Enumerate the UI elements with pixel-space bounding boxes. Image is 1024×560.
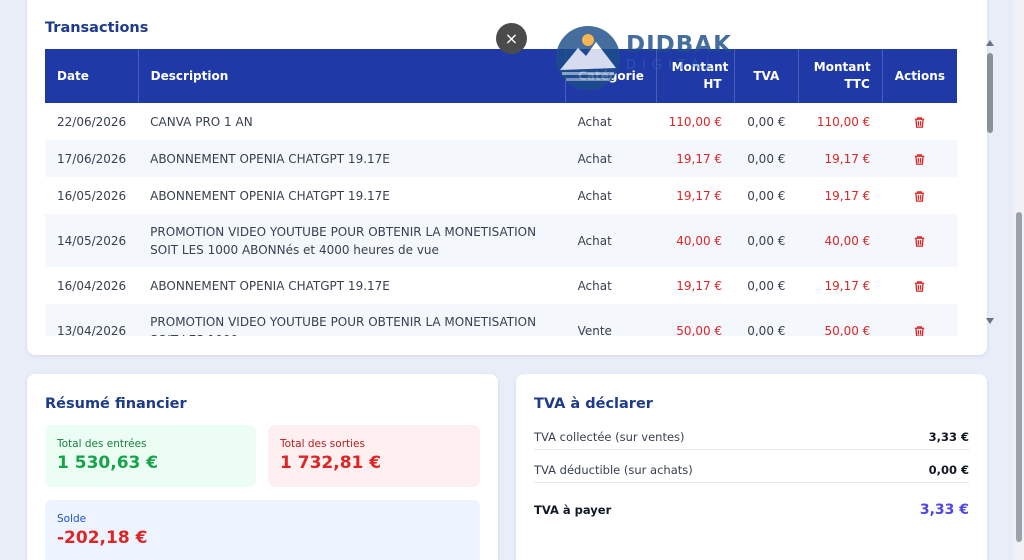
row-date: 16/05/2026 [57,188,127,203]
row-category: Achat [577,278,612,293]
balance-value: -202,18 € [57,528,148,548]
vat-collected-value: 3,33 € [928,429,969,444]
total-expenses-label: Total des sorties [280,438,365,450]
row-amount-ttc: 50,00 € [824,323,871,337]
vat-payable-row: TVA à payer 3,33 € [534,497,969,523]
row-category: Vente [577,323,612,337]
transactions-table: Date Description Catégorie Montant HT TV… [45,49,957,336]
row-amount-ttc: 19,17 € [824,151,871,166]
table-row[interactable]: 16/04/2026 ABONNEMENT OPENIA CHATGPT 19.1… [45,267,957,304]
close-icon[interactable]: × [496,23,527,54]
vat-payable-label: TVA à payer [534,503,612,517]
row-amount-ht: 40,00 € [676,233,723,248]
row-date: 14/05/2026 [57,233,127,248]
row-category: Achat [577,188,612,203]
table-row[interactable]: 16/05/2026 ABONNEMENT OPENIA CHATGPT 19.1… [45,177,957,214]
row-actions [882,214,957,267]
total-income-value: 1 530,63 € [57,453,159,473]
logo-subtext: DIGITAL [626,58,719,73]
row-amount-ttc: 40,00 € [824,233,871,248]
balance-label: Solde [57,513,87,525]
row-date: 13/04/2026 [57,323,127,337]
row-description: PROMOTION VIDEO YOUTUBE POUR OBTENIR LA … [150,224,537,257]
row-description: ABONNEMENT OPENIA CHATGPT 19.17E [150,278,390,293]
row-category: Achat [577,114,612,129]
transactions-title: Transactions [45,20,149,36]
row-actions [882,177,957,214]
vat-card: TVA à déclarer TVA collectée (sur ventes… [516,374,987,560]
total-expenses-value: 1 732,81 € [280,453,382,473]
vat-payable-value: 3,33 € [919,502,969,518]
total-income-label: Total des entrées [57,438,147,450]
row-actions [882,304,957,336]
row-description: ABONNEMENT OPENIA CHATGPT 19.17E [150,151,390,166]
trash-icon[interactable] [913,152,926,166]
vat-deductible-row: TVA déductible (sur achats) 0,00 € [534,457,969,483]
vat-collected-row: TVA collectée (sur ventes) 3,33 € [534,424,969,450]
vat-collected-label: TVA collectée (sur ventes) [534,429,685,444]
row-category: Achat [577,233,612,248]
vat-deductible-label: TVA déductible (sur achats) [534,462,693,477]
row-tva: 0,00 € [747,114,786,129]
table-row[interactable]: 22/06/2026 CANVA PRO 1 AN Achat 110,00 € 0,0… [45,103,957,140]
mountain-logo-icon: DIDBAK DIGITAL [554,24,744,94]
row-date: 16/04/2026 [57,278,127,293]
trash-icon[interactable] [913,234,926,248]
total-income-box: Total des entrées 1 530,63 € [45,425,256,487]
row-tva: 0,00 € [747,323,786,337]
column-header-amount-ttc[interactable]: Montant TTC [798,49,883,103]
row-actions [882,103,957,140]
vat-deductible-value: 0,00 € [928,462,969,477]
row-amount-ht: 19,17 € [676,151,723,166]
financial-summary-card: Résumé financier Total des entrées 1 530… [27,374,498,560]
logo-mark [556,26,620,90]
table-scrollbar-thumb[interactable] [987,53,993,133]
row-category: Achat [577,151,612,166]
financial-summary-title: Résumé financier [45,396,187,412]
row-tva: 0,00 € [747,233,786,248]
trash-icon[interactable] [913,324,926,336]
row-amount-ttc: 19,17 € [824,188,871,203]
row-description: CANVA PRO 1 AN [150,114,253,129]
row-date: 22/06/2026 [57,114,127,129]
vat-title: TVA à déclarer [534,396,653,412]
row-amount-ht: 110,00 € [668,114,723,129]
column-header-actions: Actions [894,68,945,83]
row-amount-ht: 19,17 € [676,188,723,203]
column-header-amount-ttc-label: Montant TTC [813,60,871,91]
table-header-row: Date Description Catégorie Montant HT TV… [45,49,957,103]
table-row[interactable]: 13/04/2026 PROMOTION VIDEO YOUTUBE POUR O… [45,304,957,336]
trash-icon[interactable] [913,189,926,203]
row-amount-ttc: 19,17 € [824,278,871,293]
row-amount-ht: 50,00 € [676,323,723,337]
page-scrollbar-thumb[interactable] [1016,212,1022,542]
row-amount-ttc: 110,00 € [816,114,871,129]
table-scroll-up-arrow[interactable] [986,40,994,46]
row-description: ABONNEMENT OPENIA CHATGPT 19.17E [150,188,390,203]
row-tva: 0,00 € [747,278,786,293]
total-expenses-box: Total des sorties 1 732,81 € [268,425,480,487]
row-amount-ht: 19,17 € [676,278,723,293]
column-header-date[interactable]: Date [45,49,139,103]
row-actions [882,267,957,304]
trash-icon[interactable] [913,279,926,293]
column-header-description[interactable]: Description [138,49,567,103]
row-description: PROMOTION VIDEO YOUTUBE POUR OBTENIR LA … [150,314,537,337]
row-tva: 0,00 € [747,151,786,166]
trash-icon[interactable] [913,115,926,129]
row-date: 17/06/2026 [57,151,127,166]
table-row[interactable]: 17/06/2026 ABONNEMENT OPENIA CHATGPT 19.1… [45,140,957,177]
balance-box: Solde -202,18 € [45,500,480,560]
table-scroll-down-arrow[interactable] [986,318,994,324]
transactions-table-container[interactable]: Date Description Catégorie Montant HT TV… [45,49,957,336]
logo-text: DIDBAK [626,32,732,58]
table-row[interactable]: 14/05/2026 PROMOTION VIDEO YOUTUBE POUR O… [45,214,957,267]
row-tva: 0,00 € [747,188,786,203]
row-actions [882,140,957,177]
